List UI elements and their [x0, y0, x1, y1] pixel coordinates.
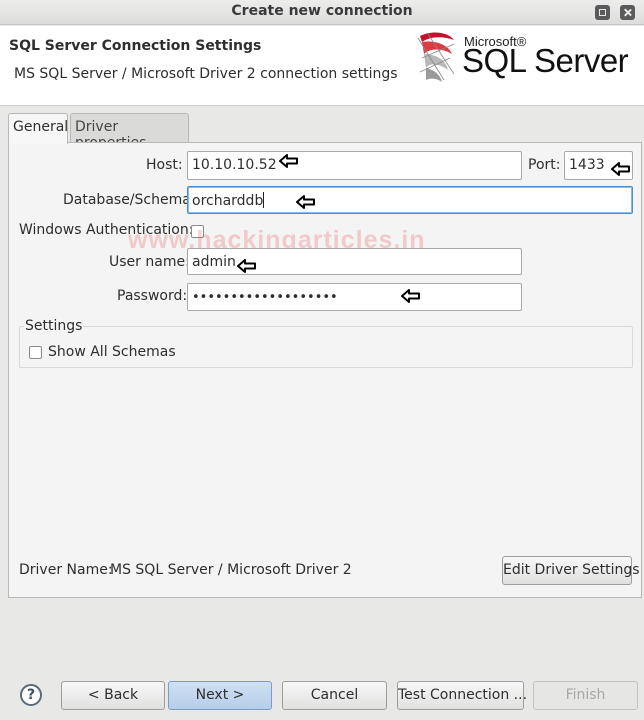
page-title: SQL Server Connection Settings [9, 38, 262, 54]
window-title-bar: Create new connection [0, 0, 644, 25]
show-all-schemas-label: Show All Schemas [48, 344, 176, 360]
left-arrow-annotation-icon [611, 162, 630, 176]
driver-name-value: MS SQL Server / Microsoft Driver 2 [110, 562, 352, 578]
database-input[interactable]: orcharddb [187, 186, 633, 214]
password-input[interactable]: ••••••••••••••••••• [187, 283, 522, 311]
left-arrow-annotation-icon [401, 289, 420, 303]
database-label: Database/Schema: [63, 192, 196, 208]
password-value: ••••••••••••••••••• [192, 290, 338, 305]
host-value: 10.10.10.52 [192, 157, 277, 173]
password-label: Password: [117, 288, 188, 304]
driver-name-label: Driver Name: [19, 562, 113, 578]
sql-server-logo: Microsoft® SQL Server [410, 28, 644, 88]
sql-server-swirl-icon [417, 32, 455, 82]
text-cursor [263, 192, 265, 208]
page-subtitle: MS SQL Server / Microsoft Driver 2 conne… [14, 66, 398, 82]
close-icon[interactable] [620, 5, 635, 20]
left-arrow-annotation-icon [237, 259, 256, 273]
help-icon[interactable]: ? [20, 684, 42, 706]
header-banner: SQL Server Connection Settings MS SQL Se… [0, 26, 644, 106]
finish-button[interactable]: Finish [533, 681, 638, 710]
database-value: orcharddb [192, 193, 264, 209]
username-label: User name: [109, 254, 190, 270]
port-value: 1433 [569, 157, 605, 173]
tab-driver-properties[interactable]: Driver properties [70, 113, 189, 151]
back-button[interactable]: < Back [61, 681, 165, 710]
test-connection-button[interactable]: Test Connection ... [397, 681, 527, 710]
host-input[interactable]: 10.10.10.52 [187, 151, 522, 180]
window-title: Create new connection [231, 3, 413, 19]
edit-driver-settings-button[interactable]: Edit Driver Settings [502, 556, 640, 585]
left-arrow-annotation-icon [279, 154, 298, 168]
port-label: Port: [528, 157, 561, 173]
tab-general[interactable]: General [8, 113, 68, 144]
settings-legend: Settings [24, 318, 84, 334]
maximize-icon[interactable] [595, 5, 610, 20]
next-button[interactable]: Next > [168, 681, 272, 710]
username-value: admin [192, 254, 236, 270]
logo-sql-server-text: SQL Server [462, 42, 629, 79]
cancel-button[interactable]: Cancel [282, 681, 387, 710]
left-arrow-annotation-icon [296, 195, 315, 209]
host-label: Host: [146, 157, 183, 173]
show-all-schemas-checkbox[interactable] [29, 346, 42, 359]
